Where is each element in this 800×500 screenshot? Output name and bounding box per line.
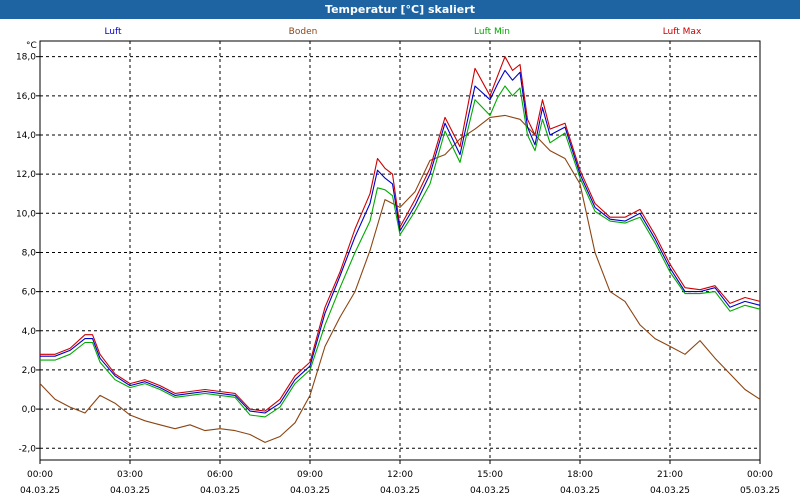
x-tick-date: 04.03.25 (200, 486, 240, 496)
x-tick-date: 04.03.25 (470, 486, 510, 496)
x-tick-date: 04.03.25 (20, 486, 60, 496)
legend-item-boden: Boden (289, 27, 318, 37)
chart-canvas: Luft Boden Luft Min Luft Max °C 18,0 16,0 14,… (16, 27, 780, 496)
x-tick-time: 06:00 (207, 470, 233, 480)
x-tick-time: 21:00 (657, 470, 683, 480)
chart-title: Temperatur [°C] skaliert (0, 0, 800, 19)
x-tick-time: 00:00 (27, 470, 53, 480)
y-tick-label: 14,0 (16, 131, 36, 141)
legend-item-luft-max: Luft Max (663, 27, 702, 37)
x-tick-date: 04.03.25 (290, 486, 330, 496)
y-tick-label: 8,0 (22, 248, 37, 258)
y-tick-label: 0,0 (22, 405, 37, 415)
x-tick-date: 04.03.25 (560, 486, 600, 496)
y-tick-label: 12,0 (16, 170, 36, 180)
y-tick-label: 2,0 (22, 366, 37, 376)
y-tick-label: 16,0 (16, 92, 36, 102)
x-tick-date: 04.03.25 (110, 486, 150, 496)
x-tick-date: 04.03.25 (650, 486, 690, 496)
x-tick-date: 04.03.25 (380, 486, 420, 496)
x-axis: 00:00 04.03.25 03:00 04.03.25 06:00 04.03.25 0… (20, 460, 780, 496)
y-tick-label: 18,0 (16, 53, 36, 63)
x-tick-time: 09:00 (297, 470, 323, 480)
legend: Luft Boden Luft Min Luft Max (104, 27, 702, 37)
x-tick-time: 12:00 (387, 470, 413, 480)
legend-item-luft: Luft (104, 27, 122, 37)
x-tick-time: 18:00 (567, 470, 593, 480)
y-tick-label: 4,0 (22, 327, 37, 337)
y-axis-unit-label: °C (26, 41, 37, 51)
x-tick-date: 05.03.25 (740, 486, 780, 496)
y-axis: 18,0 16,0 14,0 12,0 10,0 8,0 6,0 4,0 2,0 0,0 -2,0 (16, 53, 40, 454)
legend-item-luft-min: Luft Min (474, 27, 510, 37)
x-tick-time: 00:00 (747, 470, 773, 480)
x-tick-time: 15:00 (477, 470, 503, 480)
y-tick-label: 10,0 (16, 209, 36, 219)
x-tick-time: 03:00 (117, 470, 143, 480)
y-tick-label: 6,0 (22, 288, 37, 298)
y-tick-label: -2,0 (18, 444, 36, 454)
